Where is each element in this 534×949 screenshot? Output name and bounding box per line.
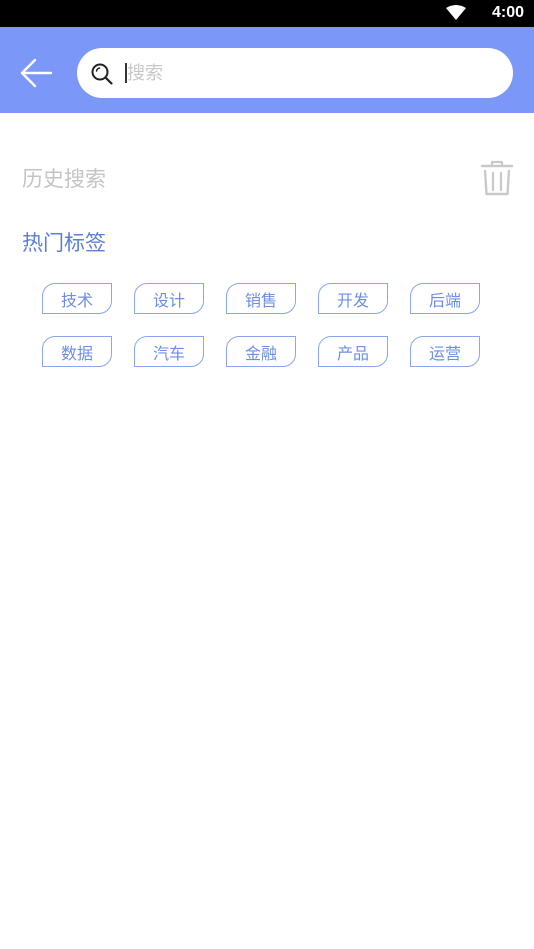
tag-chip[interactable]: 汽车 bbox=[134, 336, 204, 367]
tag-chip[interactable]: 销售 bbox=[226, 283, 296, 314]
tag-chip[interactable]: 设计 bbox=[134, 283, 204, 314]
app-bar bbox=[0, 27, 534, 113]
search-bar[interactable] bbox=[77, 48, 513, 98]
hot-tags-grid: 技术 设计 销售 开发 后端 数据 汽车 金融 产品 运营 bbox=[42, 283, 492, 367]
history-section-title: 历史搜索 bbox=[22, 167, 106, 191]
status-time: 4:00 bbox=[491, 4, 524, 21]
wifi-icon bbox=[446, 5, 466, 20]
search-input[interactable] bbox=[127, 58, 497, 88]
trash-icon bbox=[480, 160, 514, 196]
search-icon bbox=[91, 63, 113, 85]
tag-chip[interactable]: 运营 bbox=[410, 336, 480, 367]
tag-chip[interactable]: 后端 bbox=[410, 283, 480, 314]
hot-tags-section-title: 热门标签 bbox=[22, 231, 106, 255]
status-bar: 4:00 bbox=[0, 0, 534, 27]
clear-history-button[interactable] bbox=[480, 160, 514, 196]
arrow-left-icon bbox=[20, 58, 53, 88]
tag-chip[interactable]: 产品 bbox=[318, 336, 388, 367]
tag-chip[interactable]: 金融 bbox=[226, 336, 296, 367]
tag-chip[interactable]: 数据 bbox=[42, 336, 112, 367]
back-button[interactable] bbox=[14, 51, 58, 95]
tag-chip[interactable]: 开发 bbox=[318, 283, 388, 314]
tag-chip[interactable]: 技术 bbox=[42, 283, 112, 314]
